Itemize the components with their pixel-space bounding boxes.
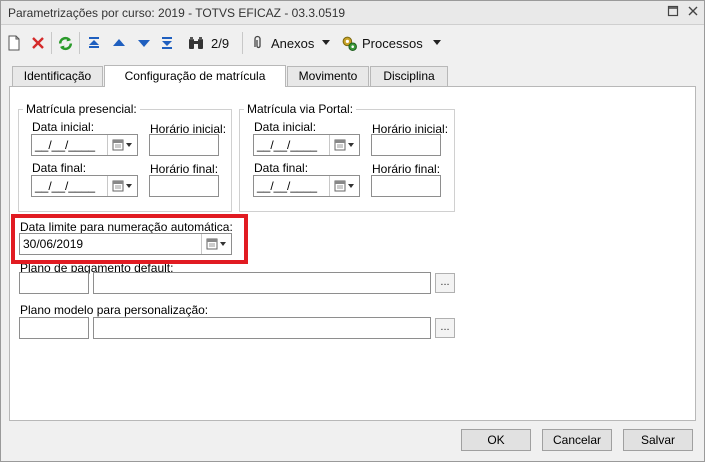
presencial-data-final-field[interactable]: __/__/____ [31, 175, 138, 197]
restore-icon[interactable] [665, 5, 681, 21]
horario-final-label: Horário final: [372, 162, 441, 176]
cancel-button[interactable]: Cancelar [542, 429, 612, 451]
calendar-dropdown-button[interactable] [329, 176, 359, 196]
data-inicial-label: Data inicial: [254, 120, 317, 134]
processos-label: Processos [362, 35, 423, 51]
processos-button[interactable]: Processos [341, 33, 441, 53]
last-record-button[interactable] [160, 33, 174, 53]
close-icon[interactable] [685, 5, 701, 21]
tab-movimento[interactable]: Movimento [287, 66, 369, 87]
calendar-icon [334, 180, 354, 192]
delete-record-button[interactable] [30, 33, 46, 53]
portal-horario-inicial-field[interactable] [371, 134, 441, 156]
highlight-box [11, 214, 248, 264]
data-inicial-label: Data inicial: [32, 120, 95, 134]
save-button[interactable]: Salvar [623, 429, 693, 451]
calendar-dropdown-button[interactable] [107, 135, 137, 155]
chevron-down-icon [322, 40, 331, 45]
plano-modelo-description-field[interactable] [93, 317, 431, 339]
binoculars-icon [189, 37, 203, 49]
presencial-horario-inicial-field[interactable] [149, 134, 219, 156]
delete-icon [32, 37, 44, 49]
chevron-down-icon [432, 40, 441, 45]
new-document-icon [8, 35, 20, 51]
arrow-down-icon [138, 40, 150, 47]
group-title: Matrícula via Portal: [244, 102, 357, 116]
group-title: Matrícula presencial: [23, 102, 140, 116]
tab-identificacao[interactable]: Identificação [12, 66, 103, 87]
portal-data-final-field[interactable]: __/__/____ [253, 175, 360, 197]
tab-disciplina[interactable]: Disciplina [370, 66, 448, 87]
plano-modelo-code-field[interactable] [19, 317, 89, 339]
arrow-up-icon [113, 39, 125, 46]
calendar-dropdown-button[interactable] [107, 176, 137, 196]
plano-modelo-browse-button[interactable]: ... [435, 318, 455, 338]
search-button[interactable] [187, 33, 205, 53]
window-title: Parametrizações por curso: 2019 - TOTVS … [8, 6, 346, 20]
record-counter: 2/9 [211, 35, 230, 51]
title-bar: Parametrizações por curso: 2019 - TOTVS … [1, 1, 704, 25]
presencial-data-inicial-field[interactable]: __/__/____ [31, 134, 138, 156]
portal-data-inicial-field[interactable]: __/__/____ [253, 134, 360, 156]
plano-pagamento-browse-button[interactable]: ... [435, 273, 455, 293]
next-record-button[interactable] [137, 33, 151, 53]
refresh-icon [58, 36, 73, 50]
plano-modelo-label: Plano modelo para personalização: [20, 303, 209, 317]
last-record-icon [162, 37, 172, 49]
anexos-label: Anexos [271, 35, 315, 51]
tab-configuracao-matricula[interactable]: Configuração de matrícula [104, 65, 286, 87]
toolbar: 2/9 Anexos Processos [1, 26, 704, 60]
first-record-button[interactable] [87, 33, 101, 53]
refresh-button[interactable] [57, 33, 74, 53]
paperclip-icon [254, 35, 261, 49]
calendar-icon [112, 139, 132, 151]
gears-icon [342, 36, 357, 51]
presencial-horario-final-field[interactable] [149, 175, 219, 197]
horario-final-label: Horário final: [150, 162, 219, 176]
calendar-icon [112, 180, 132, 192]
portal-horario-final-field[interactable] [371, 175, 441, 197]
calendar-dropdown-button[interactable] [329, 135, 359, 155]
previous-record-button[interactable] [112, 33, 126, 53]
calendar-icon [334, 139, 354, 151]
ok-button[interactable]: OK [461, 429, 531, 451]
first-record-icon [89, 37, 99, 48]
data-final-label: Data final: [32, 161, 87, 175]
anexos-button[interactable]: Anexos [250, 33, 331, 53]
plano-pagamento-description-field[interactable] [93, 272, 431, 294]
dialog-window: Parametrizações por curso: 2019 - TOTVS … [0, 0, 705, 462]
plano-pagamento-code-field[interactable] [19, 272, 89, 294]
data-final-label: Data final: [254, 161, 309, 175]
new-record-button[interactable] [7, 33, 21, 53]
